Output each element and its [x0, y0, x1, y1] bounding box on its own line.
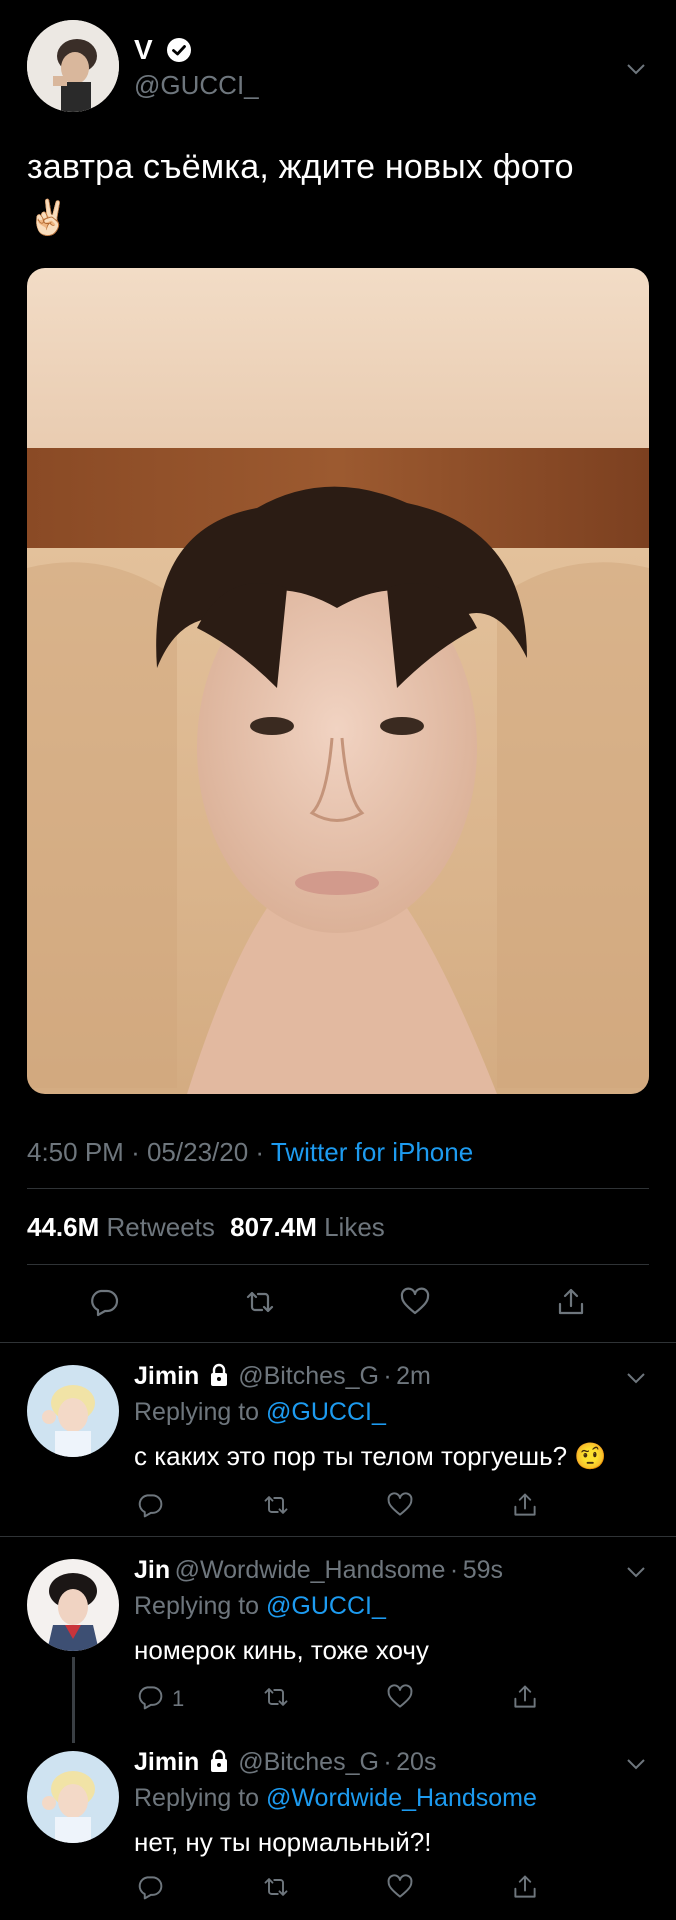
tweet-stats: 44.6M Retweets 807.4M Likes — [27, 1212, 385, 1243]
reply-button[interactable] — [136, 1491, 164, 1524]
like-button[interactable] — [399, 1286, 431, 1323]
reply-body: номерок кинь, тоже хочу — [134, 1635, 429, 1665]
chevron-down-icon[interactable] — [627, 62, 645, 80]
retweet-icon — [264, 1878, 288, 1896]
reply-text: с каких это пор ты телом торгуешь? 🤨 — [134, 1441, 607, 1472]
author-handle[interactable]: @GUCCI_ — [134, 70, 259, 101]
divider — [0, 1536, 676, 1537]
reply-header: Jin @Wordwide_Handsome · 59s — [134, 1556, 503, 1585]
likes-count: 807.4M — [230, 1212, 317, 1242]
thread-line — [72, 1657, 75, 1743]
meta-separator: · — [131, 1137, 140, 1167]
replying-to-line: Replying to @Wordwide_Handsome — [134, 1784, 537, 1813]
chevron-down-icon[interactable] — [627, 1757, 645, 1775]
reply-body: нет, ну ты нормальный?! — [134, 1827, 432, 1857]
replying-to-handle[interactable]: @Wordwide_Handsome — [266, 1784, 537, 1812]
retweet-button[interactable] — [244, 1286, 276, 1323]
tweet-time: 4:50 PM — [27, 1137, 124, 1167]
heart-icon — [400, 1287, 430, 1315]
reply-icon — [138, 1686, 163, 1710]
tweet-source-link[interactable]: Twitter for iPhone — [271, 1137, 473, 1167]
tweet-photo[interactable] — [27, 268, 649, 1094]
heart-icon — [387, 1684, 413, 1708]
tweet-date: 05/23/20 — [146, 1137, 249, 1167]
reply-avatar[interactable] — [27, 1559, 119, 1651]
reply-author-handle[interactable]: @Wordwide_Handsome — [175, 1556, 446, 1584]
retweet-button[interactable] — [262, 1683, 290, 1716]
lock-icon — [208, 1749, 230, 1773]
reply-time: 2m — [396, 1362, 431, 1390]
heart-icon — [387, 1874, 413, 1898]
retweets-stat[interactable]: 44.6M Retweets — [27, 1212, 222, 1242]
author-avatar[interactable] — [27, 20, 119, 112]
retweet-button[interactable] — [262, 1873, 290, 1906]
replying-to-line: Replying to @GUCCI_ — [134, 1592, 386, 1621]
reply-button[interactable] — [136, 1873, 164, 1906]
reply-separator: · — [449, 1556, 459, 1584]
reply-button[interactable] — [88, 1286, 120, 1323]
reply-button[interactable] — [136, 1683, 164, 1716]
reply-header: Jimin @Bitches_G · 20s — [134, 1748, 436, 1777]
replying-to-label: Replying to — [134, 1784, 260, 1812]
reply-icon — [138, 1876, 163, 1900]
replying-to-line: Replying to @GUCCI_ — [134, 1398, 386, 1427]
retweet-icon — [264, 1688, 288, 1706]
replying-to-label: Replying to — [134, 1398, 260, 1426]
replying-to-label: Replying to — [134, 1592, 260, 1620]
reply-avatar[interactable] — [27, 1365, 119, 1457]
reply-author-name[interactable]: Jimin — [134, 1362, 199, 1390]
reply-separator: · — [383, 1362, 392, 1390]
likes-label: Likes — [324, 1212, 385, 1242]
divider — [27, 1188, 649, 1189]
meta-separator: · — [255, 1137, 265, 1167]
retweets-label: Retweets — [106, 1212, 215, 1242]
reply-header: Jimin @Bitches_G · 2m — [134, 1362, 431, 1391]
reply-author-handle[interactable]: @Bitches_G — [238, 1748, 379, 1776]
likes-stat[interactable]: 807.4M Likes — [230, 1212, 385, 1242]
reply-icon — [138, 1494, 163, 1518]
reply-avatar[interactable] — [27, 1751, 119, 1843]
retweet-icon — [246, 1291, 274, 1313]
reply-time: 59s — [462, 1556, 503, 1584]
lock-icon — [208, 1363, 230, 1387]
share-icon — [514, 1493, 536, 1516]
like-button[interactable] — [386, 1873, 414, 1906]
verified-badge-icon — [166, 37, 192, 63]
like-button[interactable] — [386, 1683, 414, 1716]
reply-body: с каких это пор ты телом торгуешь? — [134, 1441, 568, 1471]
reply-icon — [91, 1289, 119, 1317]
replying-to-handle[interactable]: @GUCCI_ — [266, 1398, 386, 1426]
author-name[interactable]: V — [134, 34, 153, 66]
reply-separator: · — [383, 1748, 392, 1776]
share-icon — [514, 1875, 536, 1898]
reply-author-name[interactable]: Jimin — [134, 1748, 199, 1776]
reply-author-handle[interactable]: @Bitches_G — [238, 1362, 379, 1390]
reply-author-name[interactable]: Jin — [134, 1556, 170, 1584]
retweet-icon — [264, 1496, 288, 1514]
divider — [0, 1342, 676, 1343]
raised-eyebrow-emoji: 🤨 — [574, 1441, 607, 1471]
reply-count: 1 — [172, 1686, 185, 1711]
heart-icon — [387, 1492, 413, 1516]
share-icon — [558, 1288, 584, 1315]
share-button[interactable] — [511, 1873, 539, 1906]
reply-time: 20s — [396, 1748, 437, 1776]
like-button[interactable] — [386, 1491, 414, 1524]
retweets-count: 44.6M — [27, 1212, 100, 1242]
share-button[interactable] — [511, 1683, 539, 1716]
share-icon — [514, 1685, 536, 1708]
tweet-text: завтра съёмка, ждите новых фото — [27, 148, 574, 186]
chevron-down-icon[interactable] — [627, 1565, 645, 1583]
share-button[interactable] — [555, 1286, 587, 1323]
replying-to-handle[interactable]: @GUCCI_ — [266, 1592, 386, 1620]
victory-hand-emoji: ✌🏻 — [27, 199, 70, 237]
tweet-meta: 4:50 PM · 05/23/20 · Twitter for iPhone — [27, 1137, 473, 1168]
divider — [27, 1264, 649, 1265]
chevron-down-icon[interactable] — [627, 1371, 645, 1389]
share-button[interactable] — [511, 1491, 539, 1524]
retweet-button[interactable] — [262, 1491, 290, 1524]
